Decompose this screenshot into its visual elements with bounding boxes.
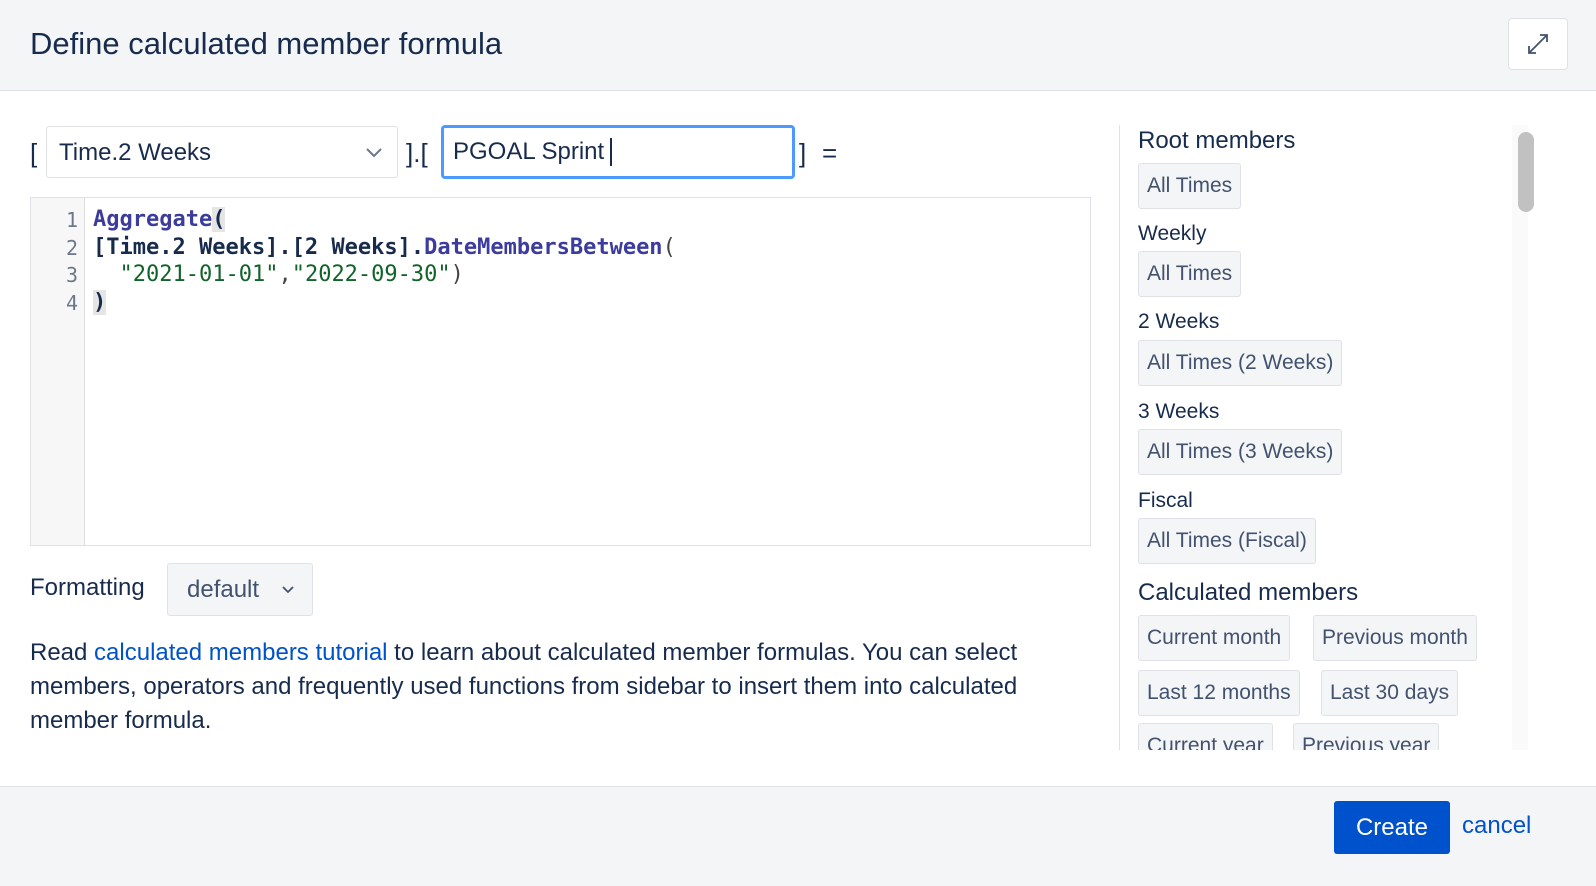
code-keyword: Aggregate xyxy=(93,207,213,232)
calc-member-chip[interactable]: Last 30 days xyxy=(1321,670,1459,716)
expand-diagonal-icon xyxy=(1528,34,1548,54)
code-line: [Time.2 Weeks].[2 Weeks].DateMembersBetw… xyxy=(93,235,676,260)
line-number-gutter: 1 2 3 4 xyxy=(31,198,85,545)
code-string: "2021-01-01" xyxy=(119,262,279,287)
code-paren: ( xyxy=(212,207,226,232)
calc-member-chip[interactable]: Previous month xyxy=(1313,615,1477,661)
section-heading: 3 Weeks xyxy=(1138,400,1220,423)
member-name-input[interactable]: PGOAL Sprint xyxy=(441,125,795,179)
member-chip[interactable]: All Times (2 Weeks) xyxy=(1138,340,1343,386)
member-chip[interactable]: All Times xyxy=(1138,251,1242,297)
open-bracket: [ xyxy=(30,138,38,168)
code-member: [Time.2 Weeks].[2 Weeks] xyxy=(93,235,411,260)
expand-button[interactable] xyxy=(1508,18,1568,70)
section-heading: Root members xyxy=(1138,127,1296,154)
code-line: Aggregate( xyxy=(93,207,226,232)
member-separator: ].[ xyxy=(406,138,428,168)
code-paren: ) xyxy=(93,290,107,315)
tutorial-link[interactable]: calculated members tutorial xyxy=(94,639,387,666)
member-name-value: PGOAL Sprint xyxy=(453,138,605,165)
dimension-select-value: Time.2 Weeks xyxy=(59,139,212,166)
section-heading: Calculated members xyxy=(1138,579,1359,606)
line-number: 3 xyxy=(65,263,78,287)
text-caret xyxy=(610,138,612,166)
dimension-select[interactable]: Time.2 Weeks xyxy=(46,126,398,178)
line-number: 2 xyxy=(65,236,78,260)
code-line: "2021-01-01","2022-09-30") xyxy=(93,262,464,287)
formatting-label: Formatting xyxy=(30,574,145,601)
section-heading: 2 Weeks xyxy=(1138,310,1220,333)
line-number: 4 xyxy=(65,291,78,315)
code-string: "2022-09-30" xyxy=(291,262,451,287)
code-paren: ) xyxy=(450,262,464,287)
formatting-dropdown[interactable]: default xyxy=(167,563,313,616)
formula-editor[interactable]: 1 2 3 4 Aggregate( [Time.2 Weeks].[2 Wee… xyxy=(30,197,1091,546)
sidebar-scrollbar[interactable] xyxy=(1512,125,1528,750)
member-chip[interactable]: All Times xyxy=(1138,163,1242,209)
equals-sign: = xyxy=(822,138,838,168)
code-paren: ( xyxy=(662,235,676,260)
section-heading: Weekly xyxy=(1138,222,1207,245)
calc-member-chip[interactable]: Current month xyxy=(1138,615,1291,661)
dialog-title: Define calculated member formula xyxy=(30,26,503,61)
help-text: Read calculated members tutorial to lear… xyxy=(30,636,1090,738)
close-bracket: ] xyxy=(799,138,807,168)
member-chip[interactable]: All Times (3 Weeks) xyxy=(1138,429,1343,475)
calc-member-chip[interactable]: Last 12 months xyxy=(1138,670,1300,716)
members-sidebar: Root members All Times Weekly All Times … xyxy=(1119,125,1539,750)
chevron-down-icon xyxy=(366,148,382,158)
line-number: 1 xyxy=(65,208,78,232)
code-comma: , xyxy=(278,262,292,287)
calc-member-chip[interactable]: Current year xyxy=(1138,723,1273,750)
calc-member-chip[interactable]: Previous year xyxy=(1293,723,1440,750)
code-line: ) xyxy=(93,290,107,315)
formatting-value: default xyxy=(187,576,260,603)
cancel-link[interactable]: cancel xyxy=(1462,812,1531,840)
code-dot: . xyxy=(410,235,425,260)
code-function: DateMembersBetween xyxy=(424,235,663,260)
section-heading: Fiscal xyxy=(1138,489,1193,512)
chevron-down-icon xyxy=(282,586,294,594)
sidebar-scroll-thumb[interactable] xyxy=(1518,132,1534,212)
create-button[interactable]: Create xyxy=(1334,801,1450,854)
member-chip[interactable]: All Times (Fiscal) xyxy=(1138,518,1316,564)
help-prefix: Read xyxy=(30,639,95,666)
